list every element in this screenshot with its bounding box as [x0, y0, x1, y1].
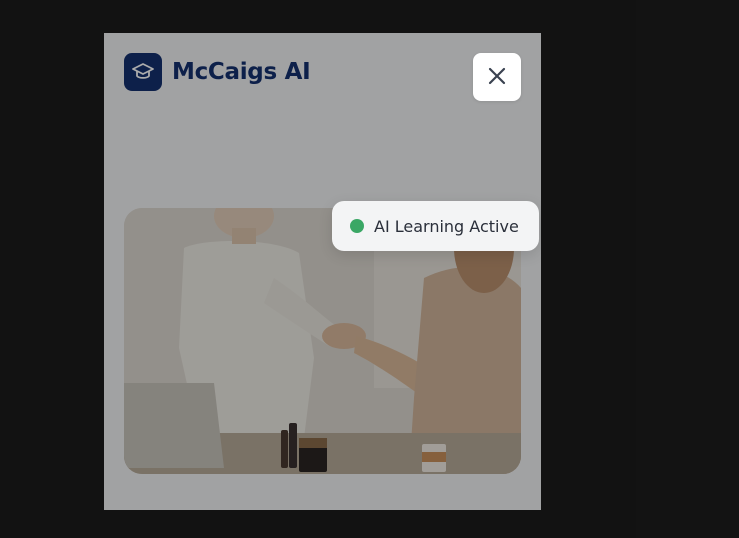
close-button[interactable]: [473, 53, 521, 101]
page: McCaigs AI AI Learning Active: [0, 0, 739, 538]
close-icon: [488, 67, 506, 88]
status-badge: AI Learning Active: [332, 201, 539, 251]
brand: McCaigs AI: [124, 53, 311, 91]
brand-name: McCaigs AI: [172, 59, 311, 85]
status-dot-icon: [350, 219, 364, 233]
graduation-cap-icon: [124, 53, 162, 91]
status-label: AI Learning Active: [374, 216, 519, 236]
modal-panel: McCaigs AI AI Learning Active: [104, 33, 541, 510]
